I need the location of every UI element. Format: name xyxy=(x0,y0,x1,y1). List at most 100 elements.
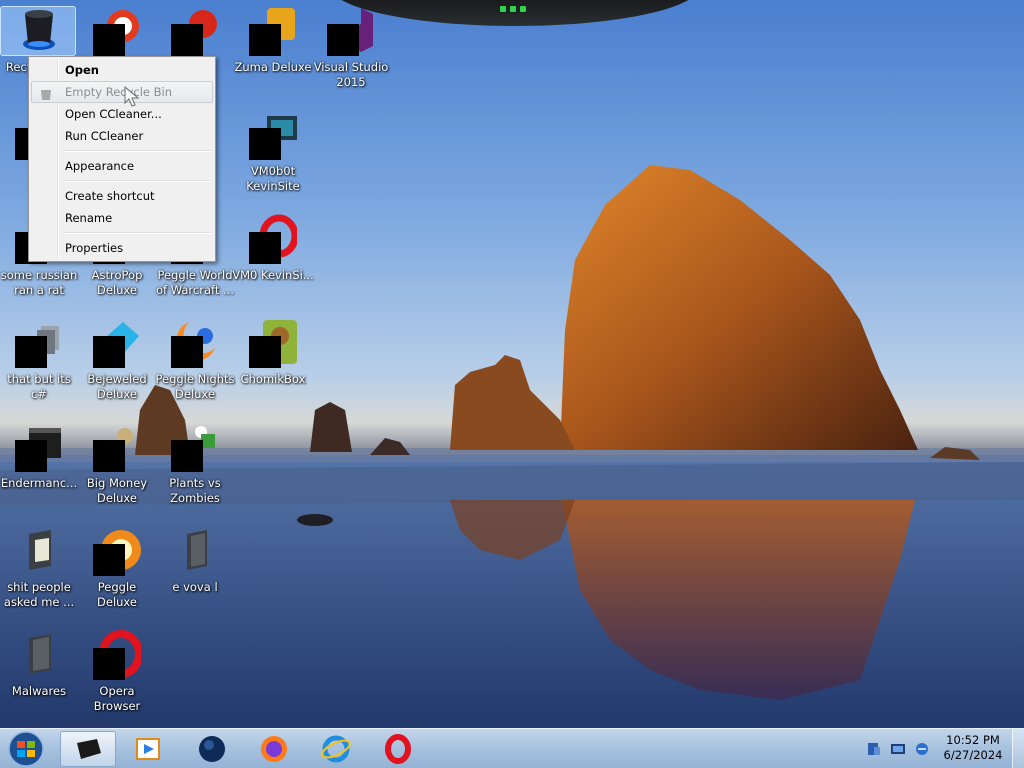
peggle-deluxe-icon xyxy=(93,526,141,576)
big-money-icon xyxy=(93,422,141,472)
desktop-icon-label: AstroPop Deluxe xyxy=(91,268,143,297)
vm0b0t-icon xyxy=(249,110,297,160)
redaction-box xyxy=(249,24,281,56)
desktop-icon-label: Visual Studio 2015 xyxy=(313,60,389,89)
network-icon[interactable] xyxy=(914,741,930,757)
recycle-bin-icon xyxy=(15,6,63,54)
redaction-box xyxy=(93,648,125,680)
desktop-icon-opera-browser[interactable]: Opera Browser xyxy=(78,626,156,724)
zuma-deluxe-icon xyxy=(249,6,297,56)
desktop-icon-label: Big Money Deluxe xyxy=(86,476,148,505)
redaction-box xyxy=(93,440,125,472)
menu-separator xyxy=(31,177,213,185)
opera-icon xyxy=(93,630,141,680)
redaction-box xyxy=(171,24,203,56)
desktop-icon-label: Peggle Deluxe xyxy=(97,580,137,609)
menu-item-open-ccleaner[interactable]: Open CCleaner... xyxy=(31,103,213,125)
media-player-icon xyxy=(136,738,160,760)
redaction-box xyxy=(15,336,47,368)
menu-item-empty-recycle-bin[interactable]: Empty Recycle Bin xyxy=(31,81,213,103)
chomikbox-icon xyxy=(249,318,297,368)
redaction-box xyxy=(93,336,125,368)
menu-separator xyxy=(31,229,213,237)
folder-icon xyxy=(15,630,63,678)
visual-studio-icon xyxy=(327,6,375,56)
taskbar-button-recycle-bin[interactable] xyxy=(60,731,116,767)
taskbar: 10:52 PM 6/27/2024 xyxy=(0,728,1024,768)
menu-separator xyxy=(31,147,213,155)
desktop-icon-label: Endermanc... xyxy=(0,476,78,490)
app-icon xyxy=(171,6,219,56)
internet-explorer-icon xyxy=(321,735,351,763)
desktop-icon-label: that but its c# xyxy=(7,372,71,401)
menu-item-create-shortcut[interactable]: Create shortcut xyxy=(31,185,213,207)
desktop-icon-label: Peggle Nights Deluxe xyxy=(155,372,235,401)
desktop-icon-bejeweled[interactable]: Bejeweled Deluxe xyxy=(78,314,156,412)
taskbar-button-internet-explorer[interactable] xyxy=(308,731,364,767)
gadget-led xyxy=(498,6,528,12)
desktop-icon-peggle-deluxe[interactable]: Peggle Deluxe xyxy=(78,522,156,620)
redaction-box xyxy=(249,336,281,368)
desktop-icon-big-money[interactable]: Big Money Deluxe xyxy=(78,418,156,516)
desktop-icon-label: Malwares xyxy=(11,684,67,698)
display-icon[interactable] xyxy=(890,741,906,757)
firefox-icon xyxy=(261,736,287,762)
recycle-bin-icon xyxy=(77,739,101,759)
menu-item-label: Empty Recycle Bin xyxy=(65,85,173,99)
redaction-box xyxy=(327,24,359,56)
desktop-icon-vm0b0t[interactable]: VM0b0t KevinSite xyxy=(234,106,312,204)
desktop-icon-malwares[interactable]: Malwares xyxy=(0,626,78,724)
redaction-box xyxy=(15,440,47,472)
redaction-box xyxy=(171,336,203,368)
clock-date: 6/27/2024 xyxy=(943,748,1003,762)
mouse-cursor-icon xyxy=(124,86,140,107)
desktop-icon-label: Bejeweled Deluxe xyxy=(87,372,147,401)
taskbar-button-media-player[interactable] xyxy=(120,731,176,767)
desktop-icon-chomikbox[interactable]: ChomikBox xyxy=(234,314,312,412)
desktop-icon-endermanc[interactable]: Endermanc... xyxy=(0,418,78,516)
desktop-icon-label: some russian ran a rat xyxy=(0,268,78,297)
desktop-icon-peggle-nights[interactable]: Peggle Nights Deluxe xyxy=(155,314,235,412)
menu-item-appearance[interactable]: Appearance xyxy=(31,155,213,177)
menu-item-properties[interactable]: Properties xyxy=(31,237,213,259)
desktop-icon-label: Peggle World of Warcraft ... xyxy=(156,268,234,297)
taskbar-clock[interactable]: 10:52 PM 6/27/2024 xyxy=(940,733,1006,763)
redaction-box xyxy=(171,440,203,472)
desktop-icon-vm0-kevinsi[interactable]: VM0 KevinSi... xyxy=(232,210,314,308)
desktop-icon-zuma-deluxe[interactable]: Zuma Deluxe xyxy=(234,2,312,100)
menu-item-open[interactable]: Open xyxy=(31,59,213,81)
desktop-icon-label: VM0b0t KevinSite xyxy=(246,164,300,193)
desktop-icon-label: ChomikBox xyxy=(240,372,306,386)
desktop-icon-label: VM0 KevinSi... xyxy=(232,268,314,282)
context-menu: Open Empty Recycle Bin Open CCleaner... … xyxy=(28,56,216,262)
desktop-icon-label: Zuma Deluxe xyxy=(234,60,312,74)
bejeweled-icon xyxy=(93,318,141,368)
show-desktop-button[interactable] xyxy=(1012,729,1024,768)
start-orb-icon xyxy=(8,731,44,767)
desktop-icon-e-vova[interactable]: e vova l xyxy=(156,522,234,620)
action-center-icon[interactable] xyxy=(866,741,882,757)
menu-item-run-ccleaner[interactable]: Run CCleaner xyxy=(31,125,213,147)
taskbar-button-opera[interactable] xyxy=(370,731,426,767)
taskbar-button-firefox[interactable] xyxy=(246,731,302,767)
desktop-icon-visual-studio[interactable]: Visual Studio 2015 xyxy=(312,2,390,100)
ccleaner-icon xyxy=(93,6,141,56)
opera-icon xyxy=(385,734,411,764)
folder-stack-icon xyxy=(15,318,63,368)
desktop-icon-shit-people[interactable]: shit people asked me ... xyxy=(0,522,78,620)
start-button[interactable] xyxy=(6,730,46,768)
desktop-icon-pvz[interactable]: Plants vs Zombies xyxy=(156,418,234,516)
taskbar-button-globe[interactable] xyxy=(184,731,240,767)
redaction-box xyxy=(249,232,281,264)
redaction-box xyxy=(249,128,281,160)
desktop-icon-label: e vova l xyxy=(172,580,218,594)
desktop-icon-label: shit people asked me ... xyxy=(3,580,75,609)
folder-icon xyxy=(171,526,219,574)
menu-item-rename[interactable]: Rename xyxy=(31,207,213,229)
terminal-icon xyxy=(15,422,63,472)
redaction-box xyxy=(93,544,125,576)
globe-icon xyxy=(199,736,225,762)
clock-time: 10:52 PM xyxy=(946,733,1000,747)
opera-icon xyxy=(249,214,297,264)
desktop-icon-that-but-its-c[interactable]: that but its c# xyxy=(0,314,78,412)
